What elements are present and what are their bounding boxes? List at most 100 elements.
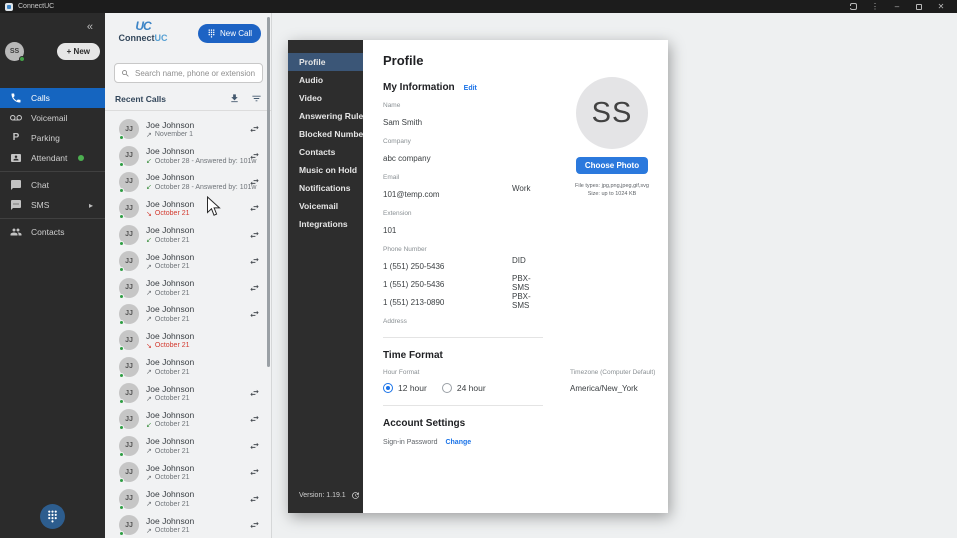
- call-transfer-button[interactable]: [249, 520, 260, 531]
- call-row[interactable]: JJ Joe Johnson ↘ October 21: [105, 327, 271, 353]
- settings-nav: ProfileAudioVideoAnswering RulesBlocked …: [288, 40, 363, 513]
- call-transfer-button[interactable]: [249, 493, 260, 504]
- call-direction-icon: ↗: [146, 527, 152, 535]
- call-transfer-button[interactable]: [249, 467, 260, 478]
- call-row[interactable]: JJ Joe Johnson ↗ October 21: [105, 380, 271, 406]
- call-detail: ↗ October 21: [146, 263, 194, 271]
- new-call-button[interactable]: New Call: [198, 24, 261, 43]
- call-date: October 21: [155, 421, 190, 428]
- call-transfer-button[interactable]: [249, 282, 260, 293]
- call-transfer-button[interactable]: [249, 176, 260, 187]
- avatar-initials: JJ: [125, 205, 133, 212]
- search-input[interactable]: [135, 69, 256, 78]
- sidebar-item-sms[interactable]: SMS ▸: [0, 195, 105, 215]
- download-icon[interactable]: [229, 93, 240, 104]
- call-row[interactable]: JJ Joe Johnson ↗ October 21: [105, 354, 271, 380]
- settings-nav-audio[interactable]: Audio: [288, 71, 363, 89]
- call-detail: ↙ October 21: [146, 421, 194, 429]
- call-detail: ↗ October 21: [146, 315, 194, 323]
- collapse-sidebar-icon[interactable]: «: [87, 22, 93, 33]
- call-transfer-button[interactable]: [249, 203, 260, 214]
- call-row[interactable]: JJ Joe Johnson ↗ November 1: [105, 116, 271, 142]
- call-row[interactable]: JJ Joe Johnson ↙ October 28 - Answered b…: [105, 169, 271, 195]
- call-row[interactable]: JJ Joe Johnson ↗ October 21: [105, 485, 271, 511]
- presence-dot: [119, 294, 124, 299]
- presence-dot: [119, 241, 124, 246]
- call-row[interactable]: JJ Joe Johnson ↙ October 28 - Answered b…: [105, 142, 271, 168]
- field-value: abc company: [383, 154, 431, 163]
- call-transfer-button[interactable]: [249, 308, 260, 319]
- avatar-initials: JJ: [125, 284, 133, 291]
- radio-24-hour[interactable]: 24 hour: [442, 383, 486, 393]
- new-button[interactable]: + New: [57, 43, 100, 60]
- sidebar-item-chat[interactable]: Chat ▸: [0, 175, 105, 195]
- contact-name: Joe Johnson: [146, 463, 194, 473]
- call-row[interactable]: JJ Joe Johnson ↘ October 21: [105, 195, 271, 221]
- avatar[interactable]: SS: [5, 42, 24, 61]
- call-transfer-button[interactable]: [249, 150, 260, 161]
- close-button[interactable]: ✕: [930, 0, 952, 13]
- settings-nav-profile[interactable]: Profile: [288, 53, 363, 71]
- sidebar-item-contacts[interactable]: Contacts ▸: [0, 222, 105, 242]
- change-password-link[interactable]: Change: [445, 439, 471, 446]
- settings-nav-blocked-numbers[interactable]: Blocked Numbers: [288, 125, 363, 143]
- recent-calls-list: JJ Joe Johnson ↗ November 1 JJ Joe Johns…: [105, 111, 271, 538]
- menu-kebab-icon[interactable]: ⋮: [864, 0, 886, 13]
- call-transfer-button[interactable]: [249, 229, 260, 240]
- call-transfer-button[interactable]: [249, 440, 260, 451]
- call-row[interactable]: JJ Joe Johnson ↙ October 21: [105, 222, 271, 248]
- call-row[interactable]: JJ Joe Johnson ↙ October 21: [105, 406, 271, 432]
- settings-nav-integrations[interactable]: Integrations: [288, 215, 363, 233]
- call-transfer-button[interactable]: [249, 124, 260, 135]
- call-detail: ↗ October 21: [146, 500, 194, 508]
- call-transfer-button[interactable]: [249, 414, 260, 425]
- settings-nav-answering-rules[interactable]: Answering Rules: [288, 107, 363, 125]
- parking-icon: P: [10, 132, 22, 144]
- call-row[interactable]: JJ Joe Johnson ↗ October 21: [105, 274, 271, 300]
- call-date: October 28 - Answered by: 101w: [155, 158, 257, 165]
- call-transfer-button[interactable]: [249, 256, 260, 267]
- call-date: October 21: [155, 527, 190, 534]
- settings-nav-contacts[interactable]: Contacts: [288, 143, 363, 161]
- settings-modal: ProfileAudioVideoAnswering RulesBlocked …: [288, 40, 668, 513]
- settings-nav-notifications[interactable]: Notifications: [288, 179, 363, 197]
- call-row[interactable]: JJ Joe Johnson ↗ October 21: [105, 459, 271, 485]
- sms-icon: [10, 199, 22, 211]
- sidebar-item-parking[interactable]: P Parking ▸: [0, 128, 105, 148]
- contact-name: Joe Johnson: [146, 516, 194, 526]
- sidebar-item-calls[interactable]: Calls ▸: [0, 88, 105, 108]
- profile-page: Profile My Information Edit Name Sam Smi…: [363, 40, 668, 513]
- scrollbar[interactable]: [267, 17, 270, 367]
- radio-12-hour[interactable]: 12 hour: [383, 383, 427, 393]
- call-detail: ↗ October 21: [146, 474, 194, 482]
- contact-avatar: JJ: [119, 198, 139, 218]
- presence-dot: [119, 425, 124, 430]
- settings-nav-video[interactable]: Video: [288, 89, 363, 107]
- presence-dot: [119, 478, 124, 483]
- call-row[interactable]: JJ Joe Johnson ↗ October 21: [105, 512, 271, 538]
- choose-photo-button[interactable]: Choose Photo: [576, 157, 648, 174]
- settings-nav-items: ProfileAudioVideoAnswering RulesBlocked …: [288, 53, 363, 233]
- call-date: October 21: [155, 501, 190, 508]
- call-transfer-icon: [249, 150, 260, 161]
- settings-nav-voicemail[interactable]: Voicemail: [288, 197, 363, 215]
- sidebar-item-attendant[interactable]: Attendant ▸: [0, 148, 105, 168]
- sidebar-item-voicemail[interactable]: Voicemail ▸: [0, 108, 105, 128]
- call-direction-icon: ↗: [146, 315, 152, 323]
- call-row[interactable]: JJ Joe Johnson ↗ October 21: [105, 301, 271, 327]
- call-direction-icon: ↗: [146, 263, 152, 271]
- call-row[interactable]: JJ Joe Johnson ↗ October 21: [105, 433, 271, 459]
- contact-avatar: JJ: [119, 409, 139, 429]
- dialpad-fab[interactable]: [40, 504, 65, 529]
- size-note: Size: up to 1024 KB: [562, 190, 662, 198]
- popout-icon[interactable]: [842, 0, 864, 13]
- maximize-button[interactable]: [908, 0, 930, 13]
- call-transfer-button[interactable]: [249, 388, 260, 399]
- filter-icon[interactable]: [251, 93, 262, 104]
- edit-link[interactable]: Edit: [464, 85, 477, 92]
- call-date: October 28 - Answered by: 101w: [155, 184, 257, 191]
- call-row[interactable]: JJ Joe Johnson ↗ October 21: [105, 248, 271, 274]
- minimize-button[interactable]: –: [886, 0, 908, 13]
- settings-nav-music-on-hold[interactable]: Music on Hold: [288, 161, 363, 179]
- update-icon[interactable]: [351, 491, 360, 500]
